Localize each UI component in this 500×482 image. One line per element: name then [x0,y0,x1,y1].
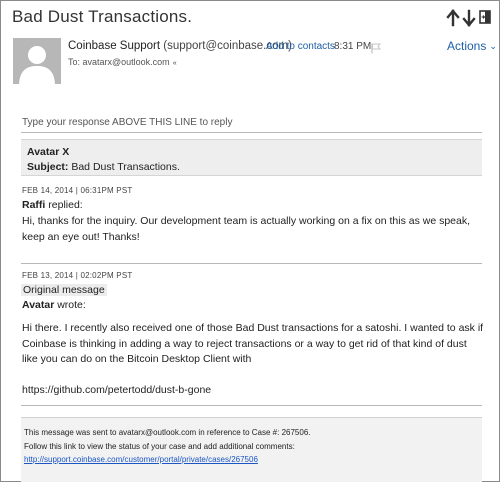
sender-name: Coinbase Support [68,40,161,52]
actions-menu[interactable]: Actions ⌄ [447,39,497,53]
actions-label: Actions [447,39,487,53]
footer-notice: This message was sent to avatarx@outlook… [21,417,482,482]
message-link: https://github.com/petertodd/dust-b-gone [22,384,212,396]
message-action: wrote: [57,299,86,311]
chevron-down-icon: ⌄ [489,41,497,52]
add-to-contacts-link[interactable]: Add to contacts [266,41,335,52]
recipients: To: avatarx@outlook.com « [68,57,177,67]
ticket-subject-label: Subject: [27,161,69,173]
arrow-up-icon[interactable] [446,9,460,27]
message-author: Avatar [22,299,55,311]
message-body: Hi there. I recently also received one o… [22,322,484,365]
footer-follow-link: Follow this link to view the status of y… [24,441,295,451]
expand-recipients-icon[interactable]: « [173,60,177,67]
flag-icon[interactable] [371,41,382,54]
message-body: Hi, thanks for the inquiry. Our developm… [22,215,471,243]
case-status-link[interactable]: http://support.coinbase.com/customer/por… [24,455,258,464]
person-silhouette-icon [19,46,55,84]
reply-instruction: Type your response ABOVE THIS LINE to re… [22,117,233,128]
email-subject-title: Bad Dust Transactions. [12,7,193,26]
message-meta: FEB 14, 2014 | 06:31PM PST [22,186,133,195]
footer-sent-to: This message was sent to avatarx@outlook… [24,428,311,437]
message-time: 8:31 PM [334,41,372,52]
original-message-label: Original message [21,284,107,296]
avatar [13,38,61,84]
message-author-line: Avatar wrote: [22,298,484,314]
email-reading-pane: Bad Dust Transactions. Coinbase Support … [0,0,500,482]
ticket-name: Avatar X [27,146,70,158]
message-header: Coinbase Support (support@coinbase.com) … [1,35,499,95]
ticket-subject-row: Subject: Bad Dust Transactions. [27,160,482,175]
ticket-subject-value: Bad Dust Transactions. [71,161,180,173]
message-action: replied: [48,199,83,211]
message-meta: FEB 13, 2014 | 02:02PM PST [22,271,133,280]
title-bar: Bad Dust Transactions. [1,1,499,35]
pop-out-icon[interactable] [479,10,491,24]
divider [21,132,482,133]
to-line: To: avatarx@outlook.com [68,57,170,67]
message-author: Raffi [22,199,46,211]
message-author-line: Raffi replied: [22,198,484,214]
sender[interactable]: Coinbase Support (support@coinbase.com) [68,40,292,52]
ticket-summary: Avatar X Subject: Bad Dust Transactions. [21,139,482,176]
arrow-down-icon[interactable] [462,9,476,27]
divider [21,263,482,264]
divider [21,405,482,406]
